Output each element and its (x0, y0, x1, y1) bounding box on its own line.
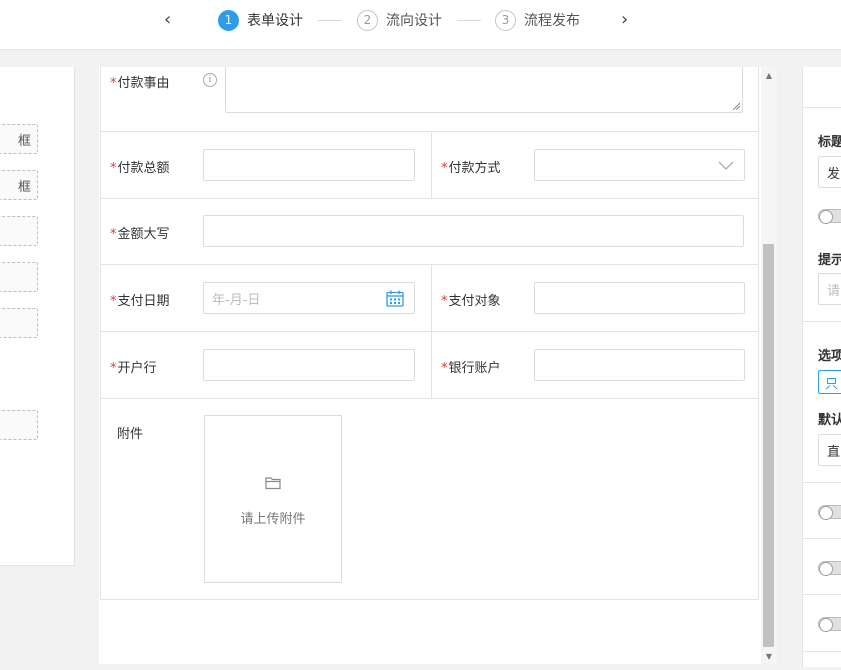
folder-icon (265, 477, 281, 490)
divider (803, 538, 841, 539)
field-date[interactable]: *支付日期 年-月-日 (101, 265, 431, 331)
step-label: 表单设计 (247, 13, 303, 29)
step-connector (318, 20, 342, 21)
prop-default-label: 默认 (818, 413, 841, 428)
form-row-attachment[interactable]: 附件 请上传附件 (100, 399, 759, 600)
prop-hint-label: 提示 (818, 253, 841, 268)
field-label: *支付日期 (110, 294, 170, 309)
component-palette: 框 框 (0, 67, 75, 566)
prop-option-radio[interactable]: 只 (818, 370, 841, 394)
palette-item[interactable] (0, 410, 38, 440)
field-bank[interactable]: *开户行 (101, 332, 431, 398)
form-row-payment: *支付日期 年-月-日 *支付对象 (100, 265, 759, 332)
prop-toggle[interactable] (818, 505, 841, 520)
field-label: *付款总额 (110, 161, 170, 176)
form-row-bank: *开户行 *银行账户 (100, 332, 759, 399)
resize-handle-icon[interactable] (732, 102, 740, 110)
form-row-amount: *付款总额 *付款方式 (100, 132, 759, 199)
prop-default-input[interactable]: 直 (818, 434, 841, 466)
step-form-design[interactable]: 1 表单设计 (218, 9, 303, 31)
divider (803, 482, 841, 483)
prop-toggle[interactable] (818, 617, 841, 632)
palette-item[interactable]: 框 (0, 170, 38, 200)
upload-dropzone[interactable]: 请上传附件 (204, 415, 342, 583)
reason-textarea[interactable] (225, 67, 743, 113)
method-select[interactable] (534, 149, 745, 181)
field-method[interactable]: *付款方式 (431, 132, 760, 198)
field-account[interactable]: *银行账户 (431, 332, 760, 398)
total-input[interactable] (203, 149, 415, 181)
step-flow-design[interactable]: 2 流向设计 (357, 9, 442, 31)
chevron-down-icon (718, 161, 734, 170)
field-label: *支付对象 (441, 294, 501, 309)
step-number: 2 (357, 9, 378, 31)
field-label: *开户行 (110, 361, 157, 376)
step-number: 3 (495, 9, 516, 31)
step-connector (457, 20, 481, 21)
prop-hint-input[interactable]: 请 (818, 273, 841, 305)
form-canvas: *付款事由 i *付款总额 *付款方式 *金额大写 *支付日期 年-月-日 *支… (99, 67, 777, 664)
info-icon[interactable]: i (203, 73, 217, 87)
field-label: 附件 (117, 427, 144, 442)
field-label: *付款事由 (110, 76, 170, 91)
palette-item[interactable]: 框 (0, 124, 38, 154)
payee-input[interactable] (534, 282, 745, 314)
prop-title-input[interactable]: 发 (818, 156, 841, 188)
field-label: *银行账户 (441, 361, 501, 376)
scroll-thumb[interactable] (763, 244, 774, 647)
divider (803, 594, 841, 595)
step-publish[interactable]: 3 流程发布 (495, 9, 580, 31)
divider (803, 107, 841, 108)
date-placeholder: 年-月-日 (212, 292, 261, 308)
canvas-scrollbar[interactable]: ▲ ▼ (761, 67, 777, 664)
prop-options-label: 选项 (818, 349, 841, 364)
prop-toggle[interactable] (818, 209, 841, 224)
prop-title-label: 标题 (818, 135, 841, 150)
chevron-left-icon[interactable]: ‹ (164, 9, 171, 30)
scroll-up-icon[interactable]: ▲ (761, 67, 777, 83)
form-row-uppercase[interactable]: *金额大写 (100, 199, 759, 265)
step-number: 1 (218, 9, 239, 31)
prop-toggle[interactable] (818, 561, 841, 576)
account-input[interactable] (534, 349, 745, 381)
calendar-icon[interactable] (386, 290, 404, 307)
palette-item[interactable] (0, 216, 38, 246)
chevron-right-icon[interactable]: › (621, 9, 628, 30)
form-row-reason[interactable]: *付款事由 i (100, 67, 759, 132)
field-total[interactable]: *付款总额 (101, 132, 431, 198)
step-label: 流向设计 (386, 13, 442, 29)
palette-item[interactable] (0, 262, 38, 292)
field-label: *金额大写 (110, 227, 170, 242)
upload-hint: 请上传附件 (240, 512, 306, 527)
divider (803, 651, 841, 652)
scroll-down-icon[interactable]: ▼ (761, 648, 777, 664)
stepper-bar: ‹ 1 表单设计 2 流向设计 3 流程发布 › (0, 0, 841, 50)
palette-item[interactable] (0, 308, 38, 338)
field-label: *付款方式 (441, 161, 501, 176)
bank-input[interactable] (203, 349, 415, 381)
properties-panel: 标题 发 提示 请 选项 只 默认 直 (802, 67, 841, 667)
step-label: 流程发布 (524, 13, 580, 29)
uppercase-input[interactable] (203, 215, 744, 247)
date-input[interactable]: 年-月-日 (203, 282, 415, 314)
field-payee[interactable]: *支付对象 (431, 265, 760, 331)
divider (803, 321, 841, 322)
